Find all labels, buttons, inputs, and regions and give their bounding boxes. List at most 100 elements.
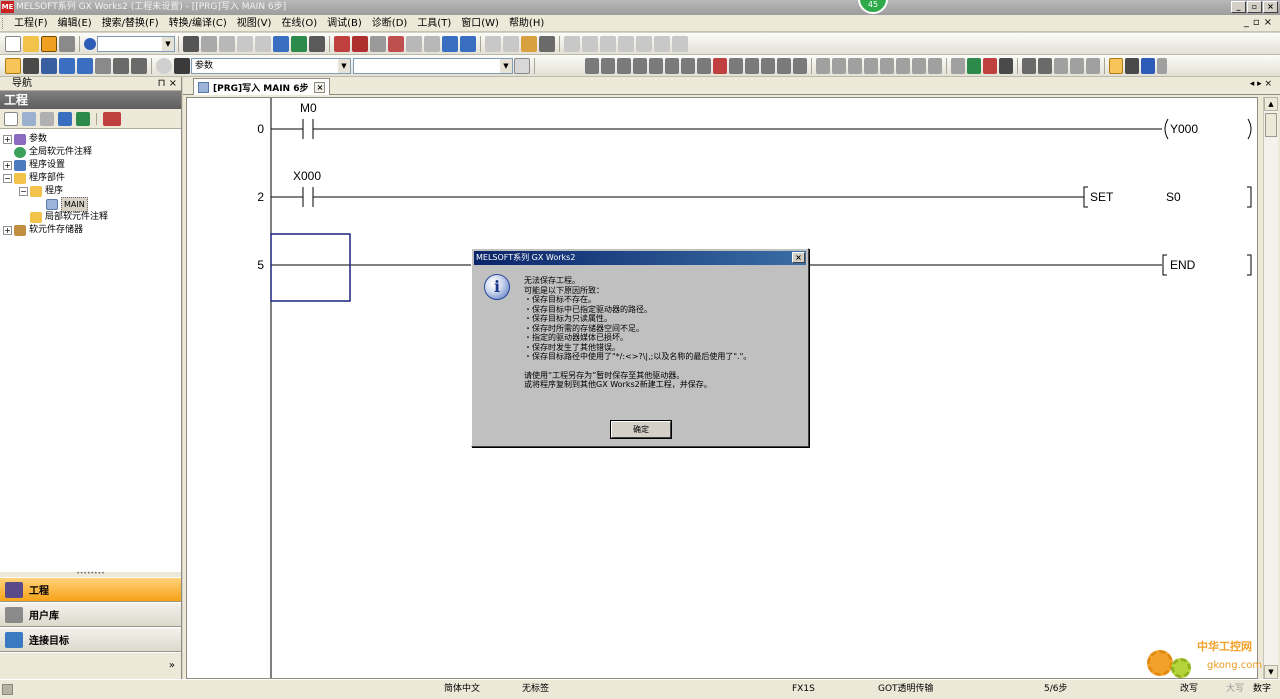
tab-navigation[interactable]: ◂ ▸ × xyxy=(1250,79,1272,89)
find-device-icon[interactable] xyxy=(370,36,386,52)
vertical-scrollbar[interactable]: ▲ ▼ xyxy=(1263,97,1278,679)
grid-icon[interactable] xyxy=(95,58,111,74)
contact-nc-icon[interactable] xyxy=(601,58,615,74)
sync-icon[interactable] xyxy=(76,111,90,126)
notification-badge[interactable]: 45 xyxy=(858,0,888,14)
expand-toggle-icon[interactable]: + xyxy=(3,226,12,235)
branch-icon[interactable] xyxy=(912,58,926,74)
contact-label[interactable]: X000 xyxy=(293,169,321,183)
menu-tool[interactable]: 工具(T) xyxy=(412,15,456,32)
device-batch-icon[interactable] xyxy=(951,58,965,74)
contact-no-icon[interactable] xyxy=(585,58,599,74)
highlight-mode-icon[interactable] xyxy=(1109,58,1123,74)
dropdown-tool-icon[interactable] xyxy=(103,111,121,126)
minimize-button[interactable]: _ xyxy=(1231,1,1246,13)
ladder-compile-icon[interactable] xyxy=(999,58,1013,74)
tree-item-device-memory[interactable]: + 软元件存储器 xyxy=(3,224,83,237)
end-instruction-label[interactable]: END xyxy=(1170,258,1195,272)
tree-item-global-comment[interactable]: 全局软元件注释 xyxy=(14,146,92,159)
dialog-close-button[interactable]: × xyxy=(792,252,805,263)
ok-button[interactable]: 确定 xyxy=(610,420,672,439)
tree-item-program[interactable]: − 程序 xyxy=(19,185,63,198)
note-edit-icon[interactable] xyxy=(896,58,910,74)
tree-item-main[interactable]: MAIN xyxy=(46,197,88,212)
device-list-icon[interactable] xyxy=(424,36,440,52)
menu-grip[interactable] xyxy=(2,18,5,29)
ladder-mode-icon[interactable] xyxy=(23,58,39,74)
undo-icon[interactable] xyxy=(237,36,253,52)
plc-write-icon[interactable] xyxy=(77,58,93,74)
comment-icon[interactable] xyxy=(485,36,501,52)
copy-data-icon[interactable] xyxy=(40,111,54,126)
monitor-mode-icon[interactable] xyxy=(983,58,997,74)
menu-help[interactable]: 帮助(H) xyxy=(504,15,549,32)
read-plc-icon[interactable] xyxy=(309,36,325,52)
write-mode-icon[interactable] xyxy=(967,58,981,74)
navigation-pin-close[interactable]: ⊓ × xyxy=(158,77,177,91)
statement-edit-icon[interactable] xyxy=(880,58,894,74)
window-icon[interactable] xyxy=(539,36,555,52)
coil-icon[interactable] xyxy=(649,58,663,74)
tree-item-pou[interactable]: − 程序部件 xyxy=(3,172,65,185)
view-mode-icon[interactable] xyxy=(131,58,147,74)
expand-toggle-icon[interactable]: + xyxy=(3,135,12,144)
menu-view[interactable]: 视图(V) xyxy=(232,15,277,32)
menu-window[interactable]: 窗口(W) xyxy=(456,15,504,32)
copy-icon[interactable] xyxy=(201,36,217,52)
parallel-no-icon[interactable] xyxy=(617,58,631,74)
menu-edit[interactable]: 编辑(E) xyxy=(53,15,97,32)
new-data-icon[interactable] xyxy=(4,111,18,126)
help-combo[interactable]: ▼ xyxy=(97,36,175,52)
close-button[interactable]: × xyxy=(1263,1,1278,13)
mc-icon[interactable] xyxy=(928,58,942,74)
scroll-up-icon[interactable]: ▲ xyxy=(1264,97,1278,111)
simulate-icon[interactable] xyxy=(564,36,580,52)
menu-compile[interactable]: 转换/编译(C) xyxy=(164,15,232,32)
save-icon[interactable] xyxy=(41,36,57,52)
new-file-icon[interactable] xyxy=(5,36,21,52)
find-next-icon[interactable] xyxy=(1070,58,1084,74)
sfc-icon[interactable] xyxy=(1022,58,1036,74)
expand-toggle-icon[interactable]: + xyxy=(3,161,12,170)
menu-diagnostics[interactable]: 诊断(D) xyxy=(367,15,413,32)
falling-edge-icon[interactable] xyxy=(745,58,759,74)
menu-project[interactable]: 工程(F) xyxy=(9,15,53,32)
invert-icon[interactable] xyxy=(777,58,791,74)
convert-all-icon[interactable] xyxy=(460,36,476,52)
reset-icon[interactable] xyxy=(654,36,670,52)
hline-icon[interactable] xyxy=(681,58,695,74)
simulate-stop-icon[interactable] xyxy=(582,36,598,52)
document-tab-main[interactable]: [PRG]写入 MAIN 6步 × xyxy=(193,78,331,95)
st-icon[interactable] xyxy=(1038,58,1052,74)
plc-read-icon[interactable] xyxy=(59,58,75,74)
tab-close-icon[interactable]: × xyxy=(314,81,326,93)
vline-icon[interactable] xyxy=(697,58,711,74)
help-icon[interactable] xyxy=(84,38,96,50)
trace-icon[interactable] xyxy=(672,36,688,52)
coil-label[interactable]: Y000 xyxy=(1170,122,1198,136)
convert-icon[interactable] xyxy=(442,36,458,52)
collapse-toggle-icon[interactable]: − xyxy=(3,174,12,183)
document-icon[interactable] xyxy=(514,58,530,74)
open-folder-icon[interactable] xyxy=(23,36,39,52)
monitor-stop-icon[interactable] xyxy=(352,36,368,52)
tree-item-local-comment[interactable]: 局部软元件注释 xyxy=(30,211,108,224)
pulse-icon[interactable] xyxy=(761,58,775,74)
zoom-icon[interactable] xyxy=(113,58,129,74)
more-chevron-icon[interactable]: » xyxy=(169,660,175,671)
rising-edge-icon[interactable] xyxy=(729,58,743,74)
operation-result-icon[interactable] xyxy=(793,58,807,74)
write-plc-icon[interactable] xyxy=(291,36,307,52)
tree-item-parameter[interactable]: + 参数 xyxy=(3,133,47,146)
instruction-operand[interactable]: S0 xyxy=(1166,190,1181,204)
nav-tab-user-library[interactable]: 用户库 xyxy=(0,602,181,627)
parallel-nc-icon[interactable] xyxy=(633,58,647,74)
tree-item-program-setting[interactable]: + 程序设置 xyxy=(3,159,65,172)
mdi-restore-button[interactable]: ▫ xyxy=(1253,17,1260,28)
comment-edit-icon[interactable] xyxy=(864,58,878,74)
step-run-icon[interactable] xyxy=(600,36,616,52)
properties-icon[interactable] xyxy=(22,111,36,126)
restore-button[interactable]: ▫ xyxy=(1247,1,1262,13)
device-icon[interactable] xyxy=(273,36,289,52)
project-view-icon[interactable] xyxy=(5,58,21,74)
